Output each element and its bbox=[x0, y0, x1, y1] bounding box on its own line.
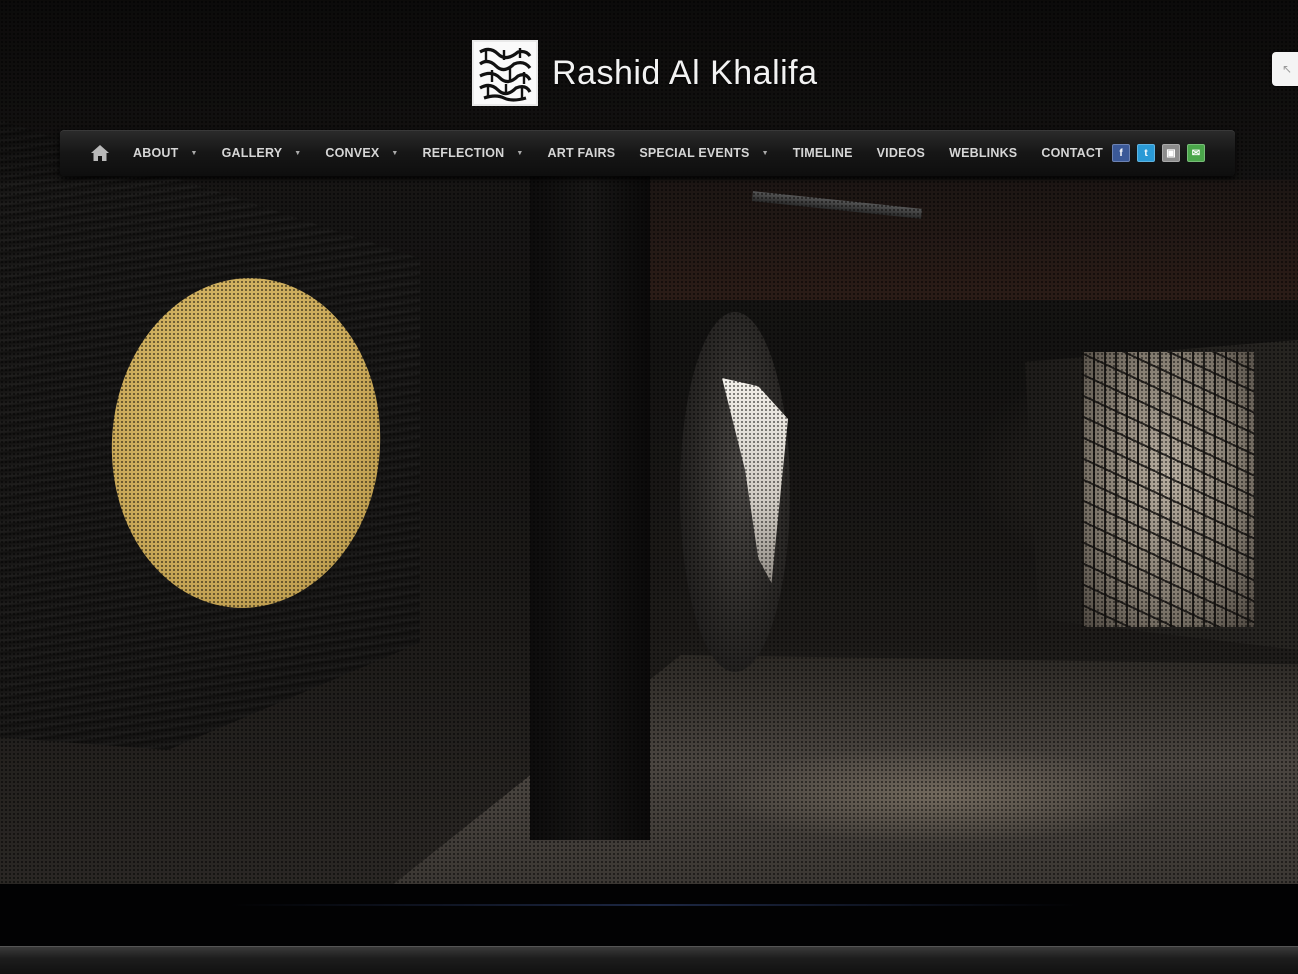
main-navbar: ABOUT ▼ GALLERY ▼ CONVEX ▼ REFLECTION ▼ ART FAIR… bbox=[60, 130, 1235, 176]
home-button[interactable] bbox=[89, 142, 111, 164]
chevron-down-icon: ▼ bbox=[516, 149, 524, 157]
photo-floor bbox=[380, 655, 1298, 884]
nav-item-contact[interactable]: CONTACT bbox=[1029, 130, 1115, 176]
site-title[interactable]: Rashid Al Khalifa bbox=[552, 54, 818, 93]
photo-bark-artwork bbox=[1082, 352, 1254, 627]
twitter-icon[interactable]: t bbox=[1137, 144, 1155, 162]
nav-item-label: VIDEOS bbox=[876, 146, 926, 160]
expand-tab-button[interactable]: ↖ bbox=[1272, 52, 1298, 86]
nav-item-weblinks[interactable]: WEBLINKS bbox=[937, 130, 1029, 176]
chevron-down-icon: ▼ bbox=[761, 149, 769, 157]
nav-menu: ABOUT ▼ GALLERY ▼ CONVEX ▼ REFLECTION ▼ ART FAIR… bbox=[121, 130, 1115, 176]
nav-item-about[interactable]: ABOUT ▼ bbox=[121, 130, 210, 176]
nav-item-gallery[interactable]: GALLERY ▼ bbox=[210, 130, 314, 176]
calligraphy-logo-icon bbox=[472, 40, 538, 106]
footer-bar bbox=[0, 946, 1298, 974]
photo-pillar bbox=[530, 170, 650, 840]
nav-item-convex[interactable]: CONVEX ▼ bbox=[313, 130, 410, 176]
nav-item-label: ABOUT bbox=[133, 146, 179, 160]
nav-item-videos[interactable]: VIDEOS bbox=[865, 130, 937, 176]
site-logo[interactable]: Rashid Al Khalifa bbox=[472, 40, 818, 106]
facebook-icon[interactable]: f bbox=[1112, 144, 1130, 162]
content-area-dark bbox=[0, 884, 1298, 946]
nav-item-label: WEBLINKS bbox=[949, 146, 1018, 160]
email-icon[interactable]: ✉ bbox=[1187, 144, 1205, 162]
nav-item-label: REFLECTION bbox=[422, 146, 505, 160]
nav-item-label: TIMELINE bbox=[792, 146, 853, 160]
chevron-down-icon: ▼ bbox=[294, 149, 302, 157]
page: Rashid Al Khalifa ↖ ABOUT ▼ GALLERY ▼ CONVEX… bbox=[0, 0, 1298, 974]
photo-ceiling bbox=[640, 180, 1298, 300]
flickr-icon[interactable]: ▣ bbox=[1162, 144, 1180, 162]
chevron-down-icon: ▼ bbox=[190, 149, 198, 157]
nav-item-label: CONTACT bbox=[1041, 146, 1103, 160]
nav-item-reflection[interactable]: REFLECTION ▼ bbox=[411, 130, 536, 176]
nav-item-label: SPECIAL EVENTS bbox=[639, 146, 750, 160]
nav-item-label: CONVEX bbox=[325, 146, 380, 160]
nav-item-art-fairs[interactable]: ART FAIRS bbox=[536, 130, 628, 176]
chevron-down-icon: ▼ bbox=[391, 149, 399, 157]
social-links: f t ▣ ✉ bbox=[1112, 144, 1205, 162]
nav-item-label: ART FAIRS bbox=[547, 146, 616, 160]
expand-arrow-icon: ↖ bbox=[1281, 62, 1293, 76]
nav-item-label: GALLERY bbox=[221, 146, 283, 160]
nav-item-timeline[interactable]: TIMELINE bbox=[781, 130, 865, 176]
nav-item-special-events[interactable]: SPECIAL EVENTS ▼ bbox=[627, 130, 780, 176]
home-icon bbox=[91, 145, 109, 161]
divider-glow bbox=[230, 904, 1080, 906]
